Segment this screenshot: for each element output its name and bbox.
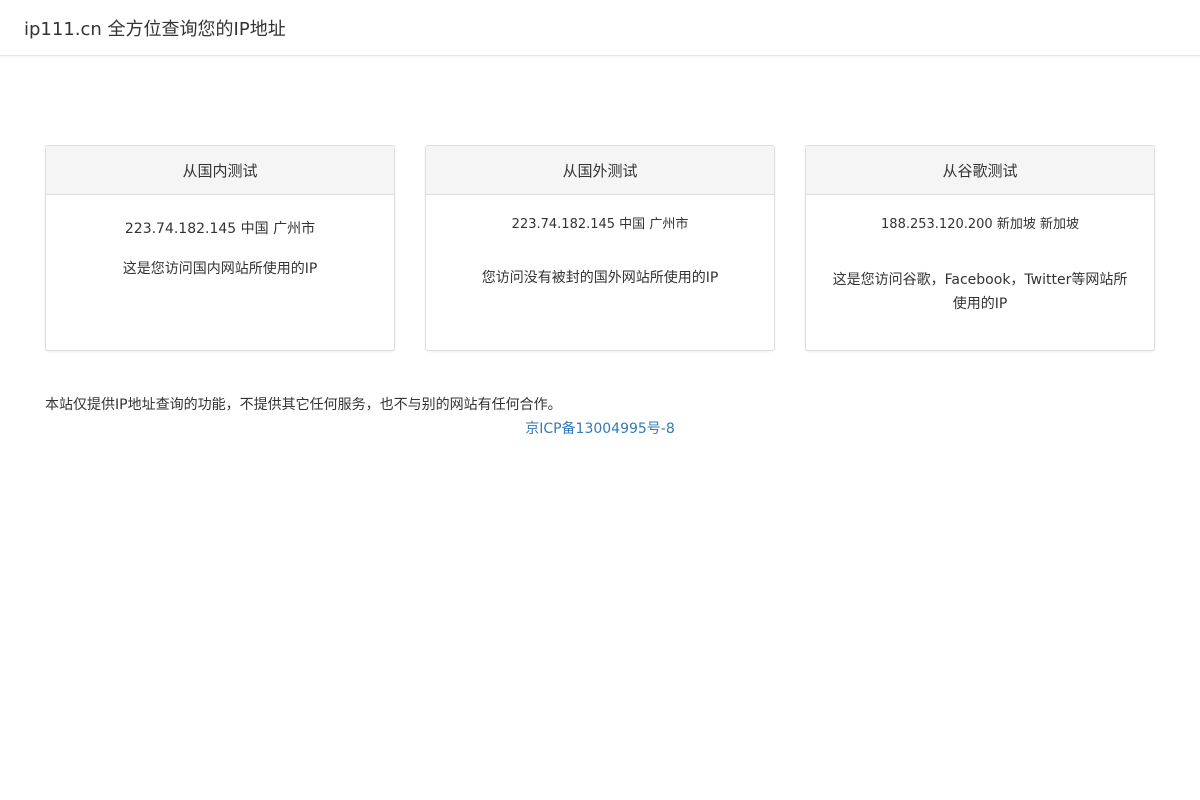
panel-body: 223.74.182.145 中国 广州市 这是您访问国内网站所使用的IP	[46, 219, 394, 279]
icp-license-link[interactable]: 京ICP备13004995号-8	[525, 421, 675, 437]
ip-address-info: 223.74.182.145 中国 广州市	[124, 221, 316, 237]
disclaimer-text: 本站仅提供IP地址查询的功能，不提供其它任何服务，也不与别的网站有任何合作。	[45, 397, 562, 413]
navbar: ip111.cn 全方位查询您的IP地址	[0, 0, 1200, 56]
ip-address-info: 223.74.182.145 中国 广州市	[511, 217, 689, 232]
panel-foreign-test: 从国外测试 223.74.182.145 中国 广州市 您访问没有被封的国外网站…	[425, 145, 775, 351]
panel-description: 您访问没有被封的国外网站所使用的IP	[481, 270, 719, 286]
test-panels: 从国内测试 223.74.182.145 中国 广州市 这是您访问国内网站所使用…	[45, 145, 1155, 351]
panel-description: 这是您访问国内网站所使用的IP	[122, 261, 318, 277]
panel-heading: 从国内测试	[46, 146, 394, 195]
panel-heading: 从国外测试	[426, 146, 774, 195]
panel-body: 188.253.120.200 新加坡 新加坡 这是您访问谷歌，Facebook…	[806, 216, 1154, 316]
panel-google-test: 从谷歌测试 188.253.120.200 新加坡 新加坡 这是您访问谷歌，Fa…	[805, 145, 1155, 351]
panel-domestic-test: 从国内测试 223.74.182.145 中国 广州市 这是您访问国内网站所使用…	[45, 145, 395, 351]
icp-footer: 京ICP备13004995号-8	[0, 419, 1200, 439]
panel-body: 223.74.182.145 中国 广州市 您访问没有被封的国外网站所使用的IP	[426, 216, 774, 288]
ip-address-info: 188.253.120.200 新加坡 新加坡	[881, 217, 1079, 232]
panel-description: 这是您访问谷歌，Facebook，Twitter等网站所使用的IP	[832, 272, 1128, 312]
panel-heading: 从谷歌测试	[806, 146, 1154, 195]
site-brand-link[interactable]: ip111.cn 全方位查询您的IP地址	[24, 15, 286, 41]
